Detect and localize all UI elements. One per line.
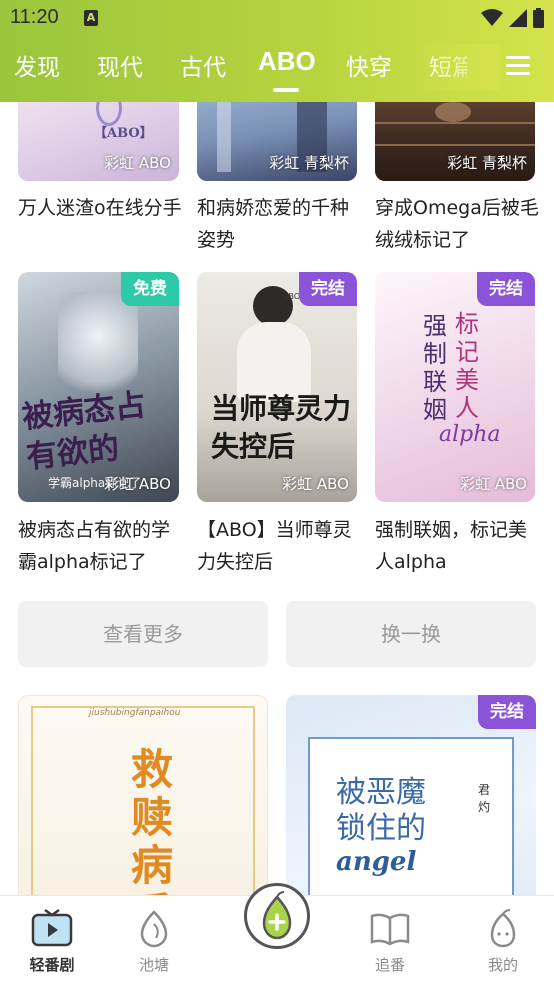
cover-text: 救赎病反派 bbox=[131, 745, 174, 896]
nav-light-drama[interactable]: 轻番剧 bbox=[12, 896, 92, 975]
pond-icon bbox=[140, 910, 168, 948]
status-time: 11:20 bbox=[10, 6, 59, 28]
cover-text: 被病态占有欲的 bbox=[20, 387, 148, 476]
tab-modern[interactable]: 现代 bbox=[97, 48, 143, 82]
pear-add-button[interactable] bbox=[244, 883, 310, 949]
pear-face-icon bbox=[490, 909, 516, 948]
complete-badge: 完结 bbox=[477, 272, 535, 306]
book-cover[interactable]: 被病态占有欲的 学霸alpha标记了 免费 彩虹 ABO bbox=[18, 272, 179, 502]
book-source: 彩虹 ABO bbox=[104, 154, 171, 172]
tab-ancient[interactable]: 古代 bbox=[180, 48, 226, 82]
cover-text: 【ABO】 bbox=[94, 126, 153, 141]
book-cover[interactable]: 彩虹 青梨杯 bbox=[197, 102, 357, 181]
cover-text-b: 锁住的 bbox=[336, 811, 426, 846]
cover-text-c: angel bbox=[336, 847, 417, 877]
active-tab-indicator bbox=[273, 88, 299, 92]
signal-icon bbox=[509, 9, 527, 27]
cover-text: 当师尊灵力失控后 bbox=[211, 392, 352, 463]
category-tabs: 发现 现代 古代 ABO 快穿 短篇 bbox=[0, 44, 554, 92]
book-source: 彩虹 ABO bbox=[460, 475, 527, 493]
nav-profile[interactable]: 我的 bbox=[463, 896, 543, 975]
cover-art: jiushubingfanpaihou 救赎病反派 bbox=[19, 696, 267, 895]
book-cover[interactable]: 强制联姻 标记美人 alpha 完结 彩虹 ABO bbox=[375, 272, 535, 502]
nav-label: 我的 bbox=[487, 956, 518, 974]
book-source: 彩虹 青梨杯 bbox=[447, 154, 527, 172]
nav-label: 追番 bbox=[374, 956, 405, 974]
book-title[interactable]: 被病态占有欲的学霸alpha标记了 bbox=[18, 514, 184, 578]
tv-icon bbox=[31, 908, 73, 947]
wifi-icon bbox=[481, 9, 503, 26]
book-cover[interactable]: 被恶魔 锁住的 angel 君灼 完结 bbox=[286, 695, 536, 895]
cover-text-b: 标记美人 bbox=[455, 310, 479, 422]
book-cover[interactable]: ABO 当师尊灵力失控后 完结 彩虹 ABO bbox=[197, 272, 357, 502]
cover-art: 被病态占有欲的 学霸alpha标记了 bbox=[18, 272, 179, 502]
tab-abo[interactable]: ABO bbox=[258, 46, 316, 77]
book-feed[interactable]: 【ABO】 彩虹 ABO 彩虹 青梨杯 彩虹 青梨杯 万人迷渣o在线分手 和病娇… bbox=[0, 102, 554, 895]
complete-badge: 完结 bbox=[299, 272, 357, 306]
nav-follow[interactable]: 追番 bbox=[350, 896, 430, 975]
book-cover[interactable]: 彩虹 青梨杯 bbox=[375, 102, 535, 181]
cover-author: 君灼 bbox=[478, 783, 491, 814]
cover-art: ABO 当师尊灵力失控后 bbox=[197, 272, 357, 502]
status-icons bbox=[481, 8, 544, 28]
tab-fade bbox=[410, 44, 500, 90]
top-header: 11:20 A 发现 现代 古代 ABO 快穿 短篇 bbox=[0, 0, 554, 102]
cover-top-text: jiushubingfanpaihou bbox=[89, 708, 181, 718]
book-source: 彩虹 ABO bbox=[104, 475, 171, 493]
tab-discover[interactable]: 发现 bbox=[14, 48, 60, 82]
battery-icon bbox=[533, 8, 544, 28]
book-cover[interactable]: jiushubingfanpaihou 救赎病反派 bbox=[18, 695, 268, 895]
cover-text-c: alpha bbox=[439, 422, 501, 447]
bottom-navigation: 轻番剧 池塘 追番 我的 bbox=[0, 883, 554, 985]
cover-small-text: ABO bbox=[283, 292, 301, 301]
nav-label: 轻番剧 bbox=[29, 956, 75, 974]
cover-art: 强制联姻 标记美人 alpha bbox=[375, 272, 535, 502]
free-badge: 免费 bbox=[121, 272, 179, 306]
pear-add-icon bbox=[262, 891, 292, 940]
tab-quick-travel[interactable]: 快穿 bbox=[346, 48, 392, 82]
book-source: 彩虹 青梨杯 bbox=[269, 154, 349, 172]
menu-icon[interactable] bbox=[506, 56, 530, 76]
book-title[interactable]: 强制联姻，标记美人alpha bbox=[375, 514, 541, 578]
nav-label: 池塘 bbox=[138, 956, 169, 974]
status-bar: 11:20 A bbox=[0, 0, 554, 38]
complete-badge: 完结 bbox=[478, 695, 536, 729]
view-more-button[interactable]: 查看更多 bbox=[18, 601, 268, 667]
book-icon bbox=[370, 913, 410, 946]
book-title[interactable]: 【ABO】当师尊灵力失控后 bbox=[197, 514, 363, 578]
book-source: 彩虹 ABO bbox=[282, 475, 349, 493]
cover-text-a: 强制联姻 bbox=[423, 312, 447, 424]
refresh-button[interactable]: 换一换 bbox=[286, 601, 536, 667]
book-title[interactable]: 万人迷渣o在线分手 bbox=[18, 192, 184, 224]
notification-icon: A bbox=[84, 10, 98, 26]
cover-text-a: 被恶魔 bbox=[336, 775, 426, 810]
book-cover[interactable]: 【ABO】 彩虹 ABO bbox=[18, 102, 179, 181]
book-title[interactable]: 和病娇恋爱的千种姿势 bbox=[197, 192, 363, 256]
nav-pond[interactable]: 池塘 bbox=[114, 896, 194, 975]
book-title[interactable]: 穿成Omega后被毛绒绒标记了 bbox=[375, 192, 541, 256]
